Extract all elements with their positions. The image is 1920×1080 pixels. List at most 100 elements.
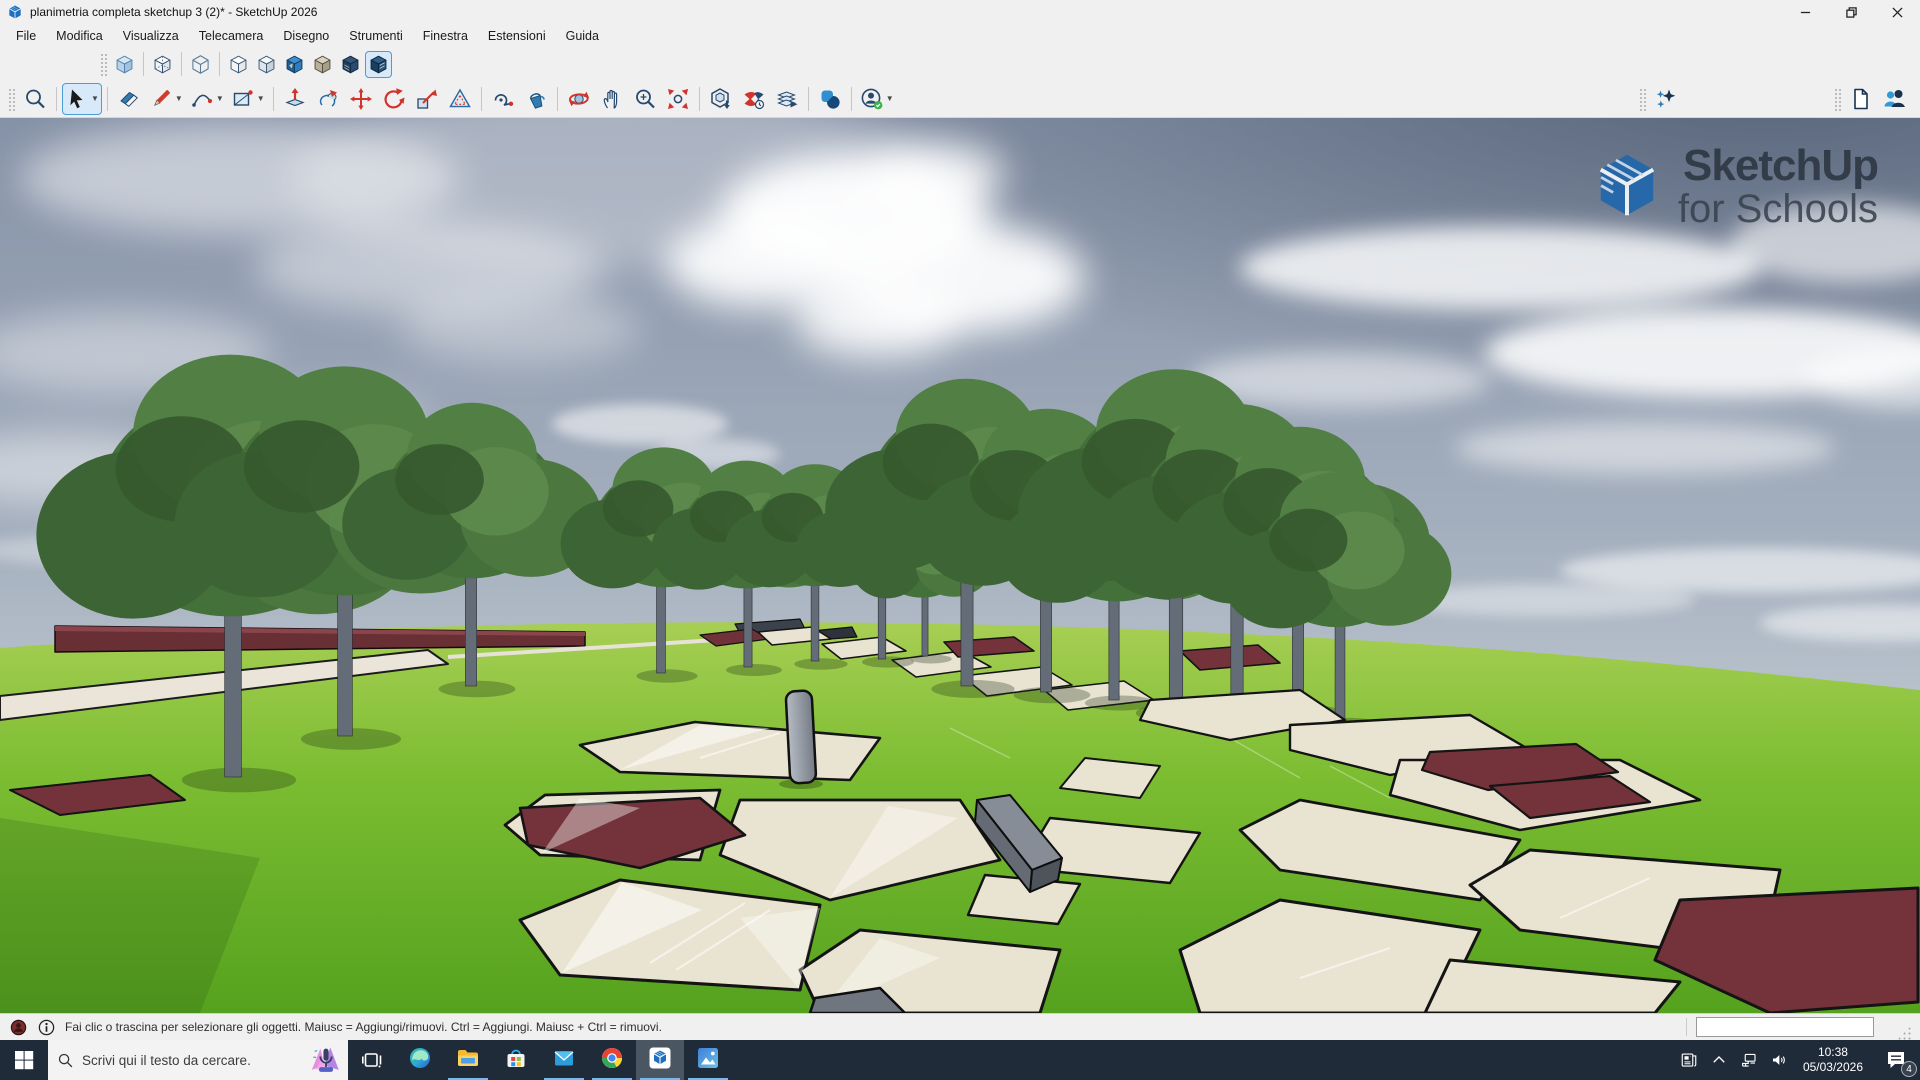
styles-toolbar bbox=[96, 51, 392, 78]
taskbar-apps bbox=[396, 1040, 732, 1080]
line-button[interactable]: ▼ bbox=[146, 83, 186, 115]
follow-me-button[interactable] bbox=[312, 83, 344, 115]
volume-icon bbox=[1770, 1051, 1788, 1069]
search-button[interactable] bbox=[19, 83, 51, 115]
task-view-button[interactable] bbox=[348, 1040, 396, 1080]
toolbar-grip[interactable] bbox=[99, 52, 107, 76]
pan-button[interactable] bbox=[596, 83, 628, 115]
tape-measure-button[interactable] bbox=[487, 83, 519, 115]
zoom-button[interactable] bbox=[629, 83, 661, 115]
hidden-icons-button[interactable] bbox=[1704, 1040, 1734, 1080]
move-button[interactable] bbox=[345, 83, 377, 115]
menu-item-guida[interactable]: Guida bbox=[556, 26, 609, 46]
style-wireframe-button[interactable] bbox=[187, 51, 214, 78]
zoom-extents-button[interactable] bbox=[662, 83, 694, 115]
toolbar-grip[interactable] bbox=[7, 87, 15, 111]
restore-button[interactable] bbox=[1828, 0, 1874, 24]
chevron-down-icon[interactable]: ▼ bbox=[175, 95, 183, 103]
network-icon bbox=[1740, 1051, 1758, 1069]
resize-grip[interactable] bbox=[1897, 1026, 1911, 1040]
close-button[interactable] bbox=[1874, 0, 1920, 24]
sketchup-window: planimetria completa sketchup 3 (2)* - S… bbox=[0, 0, 1920, 1080]
select-button[interactable]: ▼ bbox=[62, 83, 102, 115]
geolocation-status-icon[interactable] bbox=[9, 1018, 28, 1037]
style-xray-button[interactable] bbox=[111, 51, 138, 78]
main-toolbar-row: ▼ ▼ ▼ ▼ ▼ bbox=[0, 80, 1920, 118]
style-active-button[interactable] bbox=[365, 51, 392, 78]
style-monochrome-button[interactable] bbox=[309, 51, 336, 78]
menu-item-telecamera[interactable]: Telecamera bbox=[189, 26, 274, 46]
taskbar-app-chrome[interactable] bbox=[588, 1040, 636, 1080]
toolbar-separator bbox=[851, 87, 852, 111]
taskbar-app-photos[interactable] bbox=[684, 1040, 732, 1080]
ai-assistant-button[interactable] bbox=[1650, 83, 1682, 115]
components-button[interactable] bbox=[814, 83, 846, 115]
toolbar-separator bbox=[699, 87, 700, 111]
notification-center-button[interactable]: 4 bbox=[1872, 1040, 1920, 1080]
ai-toolbar bbox=[1635, 83, 1682, 115]
menu-item-finestra[interactable]: Finestra bbox=[413, 26, 478, 46]
style-back-edges-button[interactable] bbox=[149, 51, 176, 78]
taskbar-app-mail[interactable] bbox=[540, 1040, 588, 1080]
rectangle-button[interactable]: ▼ bbox=[228, 83, 268, 115]
scale-button[interactable] bbox=[411, 83, 443, 115]
taskbar-clock[interactable]: 10:38 05/03/2026 bbox=[1794, 1040, 1872, 1080]
3d-warehouse-button[interactable] bbox=[705, 83, 737, 115]
menu-item-file[interactable]: File bbox=[6, 26, 46, 46]
watermark-brand: SketchUp bbox=[1683, 144, 1878, 189]
info-icon[interactable] bbox=[37, 1018, 56, 1037]
orbit-button[interactable] bbox=[563, 83, 595, 115]
taskbar-app-sketchup[interactable] bbox=[636, 1040, 684, 1080]
menu-item-modifica[interactable]: Modifica bbox=[46, 26, 113, 46]
menu-item-visualizza[interactable]: Visualizza bbox=[113, 26, 189, 46]
mail-icon bbox=[552, 1046, 576, 1075]
chevron-down-icon[interactable]: ▼ bbox=[257, 95, 265, 103]
menu-item-strumenti[interactable]: Strumenti bbox=[339, 26, 413, 46]
search-input[interactable] bbox=[82, 1040, 306, 1080]
status-divider bbox=[1686, 1018, 1687, 1036]
collaboration-button[interactable] bbox=[1878, 83, 1910, 115]
chrome-icon bbox=[600, 1046, 624, 1075]
taskbar-app-file-explorer[interactable] bbox=[444, 1040, 492, 1080]
style-hidden-line-button[interactable] bbox=[225, 51, 252, 78]
network-button[interactable] bbox=[1734, 1040, 1764, 1080]
file-explorer-icon bbox=[456, 1046, 480, 1075]
photos-icon bbox=[696, 1046, 720, 1075]
extension-warehouse-button[interactable] bbox=[738, 83, 770, 115]
chevron-down-icon[interactable]: ▼ bbox=[91, 95, 99, 103]
style-shaded-button[interactable] bbox=[253, 51, 280, 78]
menu-item-estensioni[interactable]: Estensioni bbox=[478, 26, 556, 46]
widgets-button[interactable] bbox=[1674, 1040, 1704, 1080]
style-custom-dark-button[interactable] bbox=[337, 51, 364, 78]
toolbar-grip[interactable] bbox=[1833, 87, 1841, 111]
watermark: SketchUp for Schools bbox=[1590, 144, 1878, 230]
new-model-button[interactable] bbox=[1845, 83, 1877, 115]
minimize-button[interactable] bbox=[1782, 0, 1828, 24]
account-button[interactable]: ▼ bbox=[857, 83, 897, 115]
eraser-button[interactable] bbox=[113, 83, 145, 115]
chevron-down-icon[interactable]: ▼ bbox=[886, 95, 894, 103]
menu-item-disegno[interactable]: Disegno bbox=[273, 26, 339, 46]
share-model-button[interactable] bbox=[771, 83, 803, 115]
clock-date: 05/03/2026 bbox=[1803, 1060, 1863, 1075]
toolbar-separator bbox=[481, 87, 482, 111]
toolbar-separator bbox=[808, 87, 809, 111]
taskbar-app-edge[interactable] bbox=[396, 1040, 444, 1080]
taskbar-search[interactable] bbox=[48, 1040, 348, 1080]
arc-button[interactable]: ▼ bbox=[187, 83, 227, 115]
toolbar-grip[interactable] bbox=[1638, 87, 1646, 111]
style-shaded-textures-button[interactable] bbox=[281, 51, 308, 78]
chevron-down-icon[interactable]: ▼ bbox=[216, 95, 224, 103]
start-button[interactable] bbox=[0, 1040, 48, 1080]
store-icon bbox=[504, 1046, 528, 1075]
3d-viewport[interactable]: SketchUp for Schools bbox=[0, 118, 1920, 1013]
rotate-button[interactable] bbox=[378, 83, 410, 115]
volume-button[interactable] bbox=[1764, 1040, 1794, 1080]
title-bar: planimetria completa sketchup 3 (2)* - S… bbox=[0, 0, 1920, 24]
offset-button[interactable] bbox=[444, 83, 476, 115]
push-pull-button[interactable] bbox=[279, 83, 311, 115]
paint-bucket-button[interactable] bbox=[520, 83, 552, 115]
measurements-input[interactable] bbox=[1696, 1017, 1874, 1037]
taskbar: 10:38 05/03/2026 4 bbox=[0, 1040, 1920, 1080]
taskbar-app-store[interactable] bbox=[492, 1040, 540, 1080]
